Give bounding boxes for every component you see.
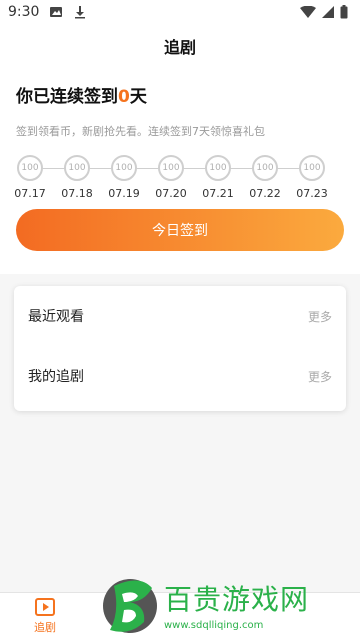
- watermark-name: 百贵游戏网: [164, 582, 310, 616]
- checkin-card: 你已连续签到 0 天 签到领看币，新剧抢先看。连续签到7天领惊喜礼包 100 07.…: [0, 68, 360, 274]
- coin-icon: 100: [252, 155, 278, 181]
- watermark: 百贵游戏网 www.sdqlliqing.com: [96, 568, 360, 640]
- row-title: 我的追剧: [28, 369, 84, 385]
- coin-icon: 100: [17, 155, 43, 181]
- signal-icon: [322, 6, 334, 18]
- checkin-day: 100 07.18: [61, 155, 93, 200]
- coin-icon: 100: [205, 155, 231, 181]
- top-bar: 追剧: [0, 24, 360, 68]
- checkin-description: 签到领看币，新剧抢先看。连续签到7天领惊喜礼包: [16, 125, 265, 138]
- day-date: 07.23: [296, 187, 328, 200]
- history-list-card: 最近观看 更多 我的追剧 更多: [14, 286, 346, 411]
- more-link[interactable]: 更多: [308, 308, 332, 325]
- nav-label: 追剧: [34, 621, 56, 634]
- status-right: [300, 5, 348, 19]
- coin-icon: 100: [299, 155, 325, 181]
- download-icon: [75, 6, 86, 19]
- checkin-day: 100 07.21: [202, 155, 234, 200]
- day-date: 07.18: [61, 187, 93, 200]
- status-bar: 9:30: [0, 0, 360, 24]
- wifi-icon: [300, 6, 316, 18]
- day-date: 07.20: [155, 187, 187, 200]
- page-title: 追剧: [163, 38, 196, 57]
- checkin-day: 100 07.23: [296, 155, 328, 200]
- watermark-logo-icon: [103, 579, 157, 633]
- list-row-recent[interactable]: 最近观看 更多: [14, 286, 346, 346]
- streak-title: 你已连续签到 0 天: [16, 82, 346, 107]
- checkin-day: 100 07.17: [14, 155, 46, 200]
- watermark-url: www.sdqlliqing.com: [164, 619, 264, 631]
- coin-icon: 100: [64, 155, 90, 181]
- checkin-days-row: 100 07.17 100 07.18 100 07.19 100 07.20 …: [14, 155, 346, 203]
- row-title: 最近观看: [28, 309, 84, 325]
- checkin-day: 100 07.22: [249, 155, 281, 200]
- day-date: 07.17: [14, 187, 46, 200]
- list-row-following[interactable]: 我的追剧 更多: [14, 346, 346, 406]
- day-date: 07.21: [202, 187, 234, 200]
- day-date: 07.19: [108, 187, 140, 200]
- checkin-today-button[interactable]: 今日签到: [16, 209, 344, 251]
- coin-icon: 100: [111, 155, 137, 181]
- day-date: 07.22: [249, 187, 281, 200]
- nav-item-drama[interactable]: 追剧: [0, 593, 90, 640]
- gallery-icon: [50, 7, 63, 17]
- more-link[interactable]: 更多: [308, 368, 332, 385]
- checkin-day: 100 07.20: [155, 155, 187, 200]
- battery-icon: [340, 5, 348, 19]
- watermark-text: 百贵游戏网 www.sdqlliqing.com: [164, 578, 309, 631]
- status-time: 9:30: [8, 4, 40, 20]
- checkin-day: 100 07.19: [108, 155, 140, 200]
- streak-title-suffix: 天: [129, 87, 147, 107]
- coin-icon: 100: [158, 155, 184, 181]
- streak-title-prefix: 你已连续签到: [16, 87, 118, 107]
- status-left: 9:30: [8, 4, 87, 20]
- streak-days-count: 0: [118, 87, 130, 107]
- play-icon: [35, 598, 55, 616]
